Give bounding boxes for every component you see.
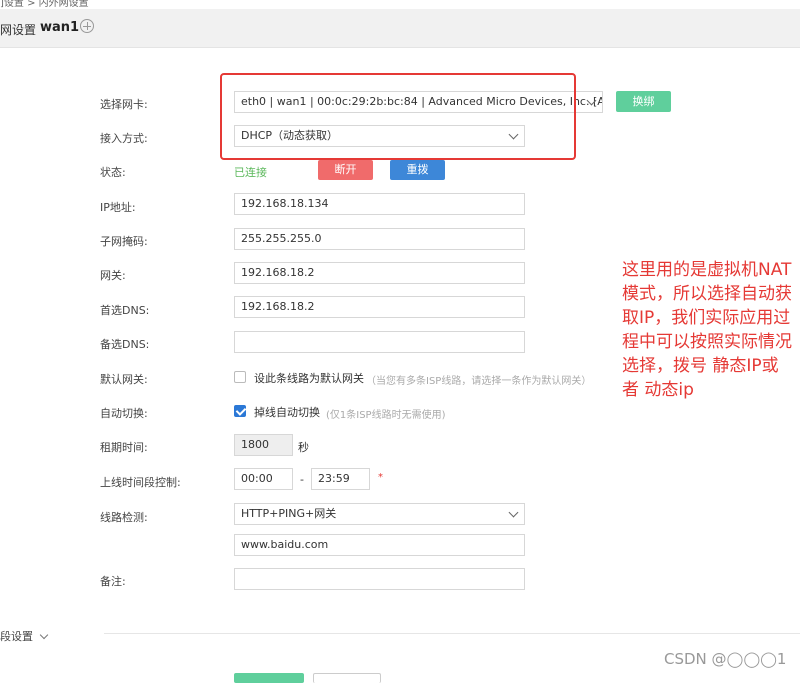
default-gateway-hint: （当您有多条ISP线路，请选择一条作为默认网关） bbox=[366, 376, 592, 387]
chevron-down-icon bbox=[39, 630, 48, 640]
online-time-label: 上线时间段控制: bbox=[100, 476, 181, 489]
gateway-label: 网关: bbox=[100, 269, 126, 282]
watermark: CSDN @◯◯◯1 bbox=[664, 650, 787, 668]
interface-name: wan1 bbox=[40, 20, 80, 35]
online-time-separator: - bbox=[300, 473, 304, 486]
status-label: 状态: bbox=[100, 166, 126, 179]
breadcrumb[interactable]: ]设置 > 内外网设置 bbox=[0, 0, 89, 9]
default-gateway-label: 默认网关: bbox=[100, 373, 148, 386]
ip-label: IP地址: bbox=[100, 201, 136, 214]
dns2-field[interactable] bbox=[234, 331, 525, 353]
section-header: 网设置 wan1 bbox=[0, 9, 800, 48]
chevron-down-icon bbox=[508, 507, 519, 518]
save-button[interactable] bbox=[234, 673, 304, 683]
disconnect-button[interactable]: 断开 bbox=[318, 160, 373, 180]
annotation-note: 这里用的是虚拟机NAT模式，所以选择自动获取IP，我们实际应用过程中可以按照实际… bbox=[622, 260, 792, 400]
gateway-field[interactable]: 192.168.18.2 bbox=[234, 262, 525, 284]
remark-field[interactable] bbox=[234, 568, 525, 590]
redial-button[interactable]: 重拨 bbox=[390, 160, 445, 180]
line-check-target-field[interactable]: www.baidu.com bbox=[234, 534, 525, 556]
nic-label: 选择网卡: bbox=[100, 98, 148, 111]
line-check-select-value: HTTP+PING+网关 bbox=[241, 507, 337, 520]
auto-switch-checkbox[interactable] bbox=[234, 405, 246, 417]
required-mark: * bbox=[378, 472, 383, 483]
advanced-settings-toggle[interactable]: 段设置 bbox=[0, 628, 48, 644]
dns2-label: 备选DNS: bbox=[100, 338, 150, 351]
auto-switch-hint: (仅1条ISP线路时无需使用) bbox=[326, 410, 446, 421]
line-check-select[interactable]: HTTP+PING+网关 bbox=[234, 503, 525, 525]
status-value: 已连接 bbox=[234, 166, 267, 179]
remark-label: 备注: bbox=[100, 575, 126, 588]
rebind-button[interactable]: 换绑 bbox=[616, 91, 671, 112]
mask-field[interactable]: 255.255.255.0 bbox=[234, 228, 525, 250]
add-icon[interactable] bbox=[80, 19, 94, 33]
mask-label: 子网掩码: bbox=[100, 235, 148, 248]
lease-label: 租期时间: bbox=[100, 441, 148, 454]
line-check-label: 线路检测: bbox=[100, 511, 148, 524]
ip-field[interactable]: 192.168.18.134 bbox=[234, 193, 525, 215]
auto-switch-checkbox-label: 掉线自动切换 bbox=[254, 406, 320, 419]
lease-field[interactable]: 1800 bbox=[234, 434, 293, 456]
online-end-field[interactable]: 23:59 bbox=[311, 468, 370, 490]
default-gateway-checkbox[interactable] bbox=[234, 371, 246, 383]
online-start-field[interactable]: 00:00 bbox=[234, 468, 293, 490]
cancel-button[interactable] bbox=[313, 673, 381, 683]
dns1-field[interactable]: 192.168.18.2 bbox=[234, 296, 525, 318]
default-gateway-checkbox-label: 设此条线路为默认网关 bbox=[254, 372, 364, 385]
section-title: 网设置 bbox=[0, 23, 37, 37]
access-label: 接入方式: bbox=[100, 132, 148, 145]
dns1-label: 首选DNS: bbox=[100, 304, 150, 317]
advanced-settings-label: 段设置 bbox=[0, 630, 33, 643]
highlight-box bbox=[220, 73, 576, 160]
lease-unit: 秒 bbox=[298, 441, 309, 454]
auto-switch-label: 自动切换: bbox=[100, 407, 148, 420]
divider bbox=[104, 633, 800, 634]
